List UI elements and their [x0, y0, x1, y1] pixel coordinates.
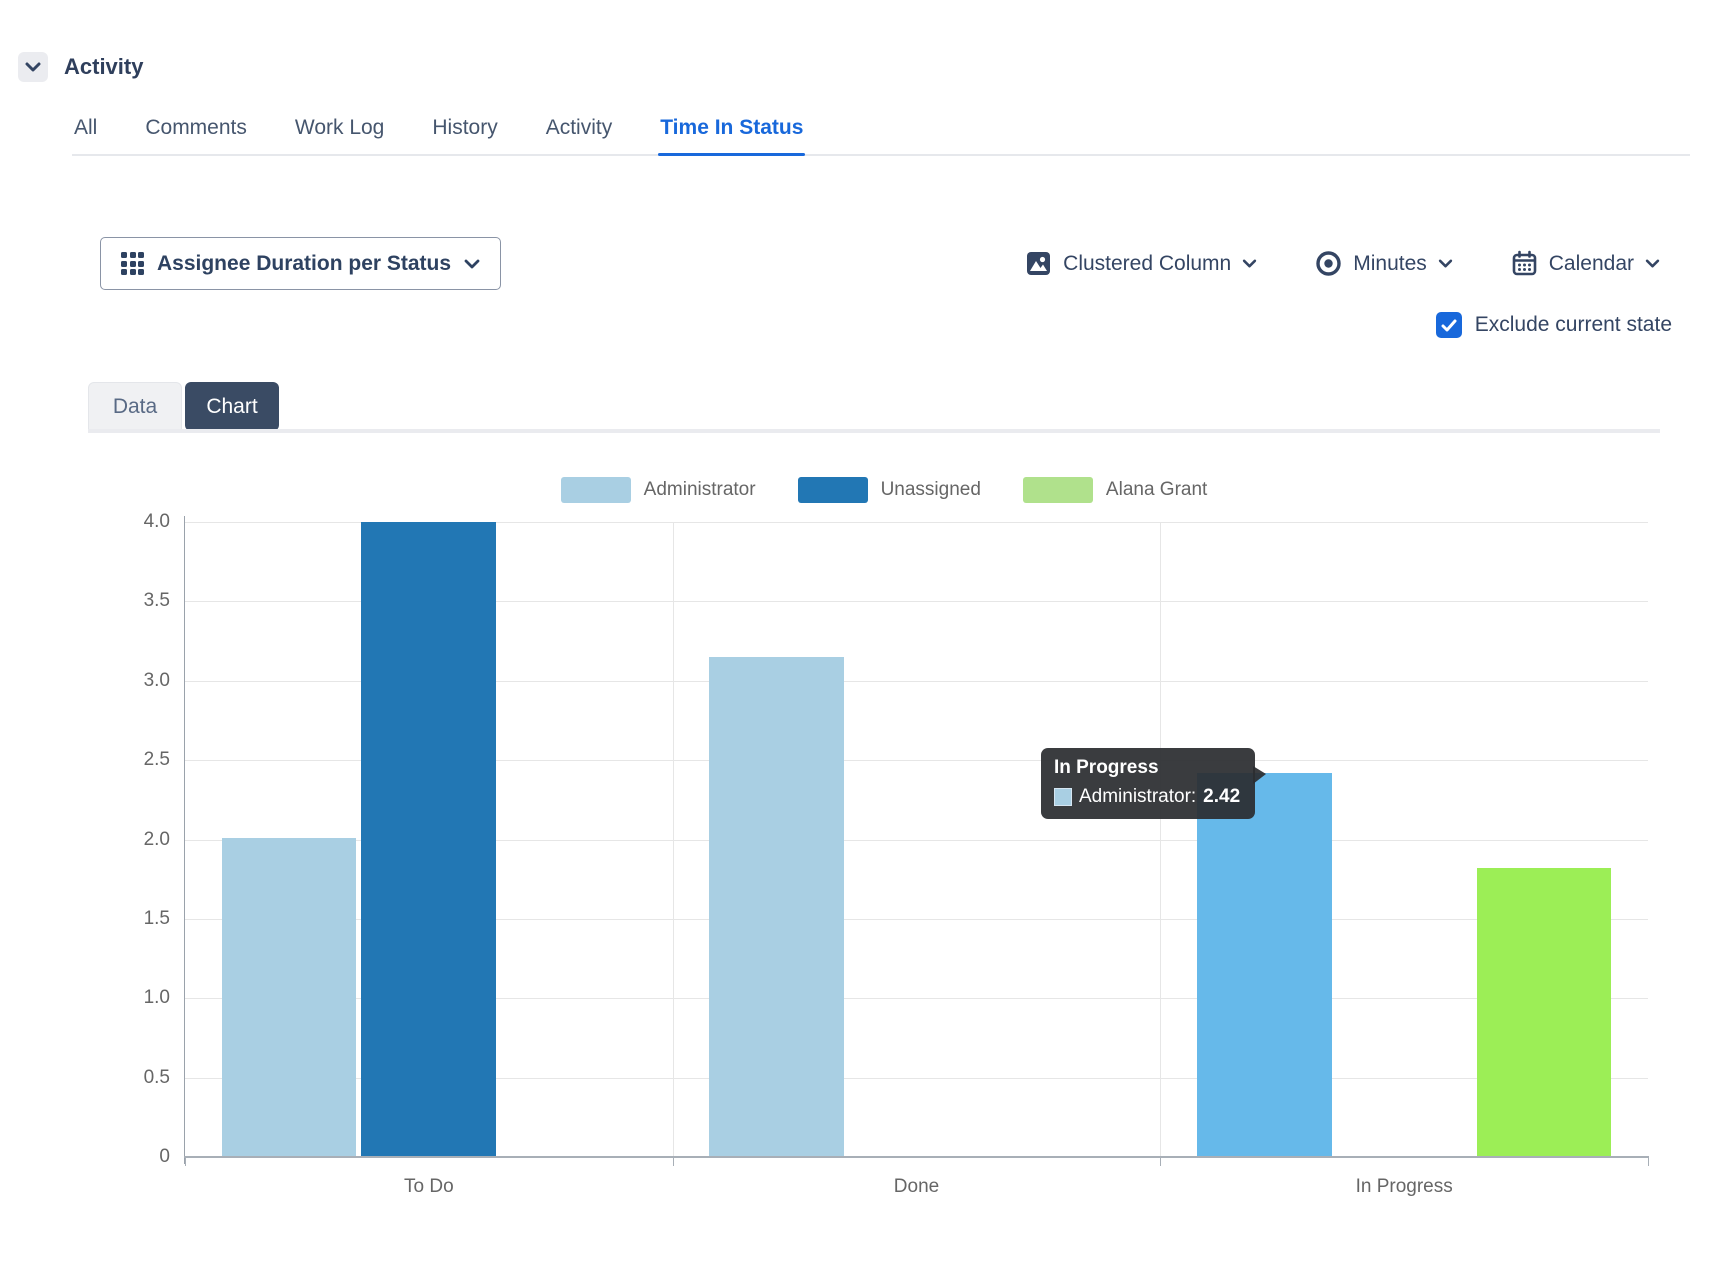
- chart: Administrator Unassigned Alana Grant In Pr…: [0, 431, 1734, 1241]
- activity-tab-bar: All Comments Work Log History Activity Time I…: [72, 112, 1690, 156]
- x-axis-line: [184, 1156, 1649, 1158]
- y-axis-tick-label: 2.5: [110, 749, 170, 771]
- view-tab-data[interactable]: Data: [88, 382, 182, 431]
- chart-type-label: Clustered Column: [1063, 252, 1231, 276]
- exclude-current-state-label: Exclude current state: [1475, 313, 1672, 337]
- chevron-down-icon: [25, 62, 41, 72]
- y-axis-tick-label: 0.5: [110, 1067, 170, 1089]
- calendar-icon: [1511, 250, 1538, 277]
- x-axis-tick: [1160, 1158, 1161, 1166]
- chart-legend: Administrator Unassigned Alana Grant: [120, 477, 1648, 503]
- calendar-dropdown[interactable]: Calendar: [1511, 250, 1660, 277]
- x-axis-tick: [185, 1158, 186, 1166]
- tab-work-log[interactable]: Work Log: [293, 112, 387, 154]
- collapse-chevron-button[interactable]: [18, 52, 48, 82]
- eye-icon: [1315, 250, 1342, 277]
- legend-label: Unassigned: [881, 479, 981, 501]
- legend-swatch: [561, 477, 631, 503]
- tooltip-value: 2.42: [1203, 786, 1240, 808]
- x-axis-category-label: Done: [894, 1176, 939, 1198]
- tooltip-category: In Progress: [1054, 757, 1240, 779]
- y-axis-tick-label: 1.0: [110, 987, 170, 1009]
- exclude-current-state-control: Exclude current state: [1436, 312, 1672, 338]
- controls-row: Assignee Duration per Status Clustered C…: [100, 237, 1660, 290]
- category-separator-gridline: [1160, 522, 1161, 1157]
- activity-header: Activity: [18, 52, 143, 82]
- legend-label: Alana Grant: [1106, 479, 1207, 501]
- unit-label: Minutes: [1353, 252, 1427, 276]
- report-select-label: Assignee Duration per Status: [157, 252, 451, 276]
- legend-item-administrator[interactable]: Administrator: [561, 477, 756, 503]
- view-toggle: DataChart: [88, 382, 279, 431]
- tab-all[interactable]: All: [72, 112, 99, 154]
- y-axis-tick-label: 3.0: [110, 670, 170, 692]
- tooltip-series-label: Administrator:: [1079, 786, 1196, 808]
- legend-label: Administrator: [644, 479, 756, 501]
- tab-comments[interactable]: Comments: [143, 112, 249, 154]
- legend-swatch: [1023, 477, 1093, 503]
- bar-administrator-done[interactable]: [709, 657, 844, 1157]
- chevron-down-icon: [464, 259, 480, 269]
- unit-dropdown[interactable]: Minutes: [1315, 250, 1453, 277]
- y-axis-tick-label: 3.5: [110, 590, 170, 612]
- x-axis-tick: [1648, 1158, 1649, 1166]
- image-icon: [1025, 250, 1052, 277]
- tab-history[interactable]: History: [430, 112, 499, 154]
- report-select-dropdown[interactable]: Assignee Duration per Status: [100, 237, 501, 290]
- check-icon: [1441, 319, 1457, 332]
- chart-option-controls: Clustered Column Minutes: [1025, 250, 1660, 277]
- x-axis-category-label: In Progress: [1356, 1176, 1453, 1198]
- bar-administrator-in-progress[interactable]: [1197, 773, 1332, 1157]
- y-axis-tick-label: 0: [110, 1146, 170, 1168]
- grid-icon: [121, 252, 144, 275]
- bar-alana-grant-in-progress[interactable]: [1477, 868, 1612, 1157]
- chevron-down-icon: [1645, 259, 1660, 268]
- chart-tooltip: In Progress Administrator: 2.42: [1041, 748, 1255, 819]
- bar-unassigned-to-do[interactable]: [361, 522, 496, 1157]
- x-axis-tick: [673, 1158, 674, 1166]
- category-separator-gridline: [673, 522, 674, 1157]
- y-axis-tick-label: 2.0: [110, 829, 170, 851]
- tooltip-row: Administrator: 2.42: [1054, 786, 1240, 808]
- plot-area: [185, 522, 1648, 1157]
- tooltip-series-swatch: [1054, 788, 1072, 806]
- tab-time-in-status[interactable]: Time In Status: [658, 112, 805, 154]
- exclude-current-state-checkbox[interactable]: [1436, 312, 1462, 338]
- chart-type-dropdown[interactable]: Clustered Column: [1025, 250, 1257, 277]
- y-axis-tick-label: 1.5: [110, 908, 170, 930]
- legend-item-unassigned[interactable]: Unassigned: [798, 477, 981, 503]
- calendar-label: Calendar: [1549, 252, 1634, 276]
- x-axis-category-label: To Do: [404, 1176, 454, 1198]
- legend-item-alana-grant[interactable]: Alana Grant: [1023, 477, 1207, 503]
- legend-swatch: [798, 477, 868, 503]
- chevron-down-icon: [1242, 259, 1257, 268]
- chevron-down-icon: [1438, 259, 1453, 268]
- tab-activity[interactable]: Activity: [544, 112, 615, 154]
- bar-administrator-to-do[interactable]: [222, 838, 357, 1157]
- view-tab-chart[interactable]: Chart: [185, 382, 279, 431]
- y-axis-tick-label: 4.0: [110, 511, 170, 533]
- section-title: Activity: [64, 54, 143, 80]
